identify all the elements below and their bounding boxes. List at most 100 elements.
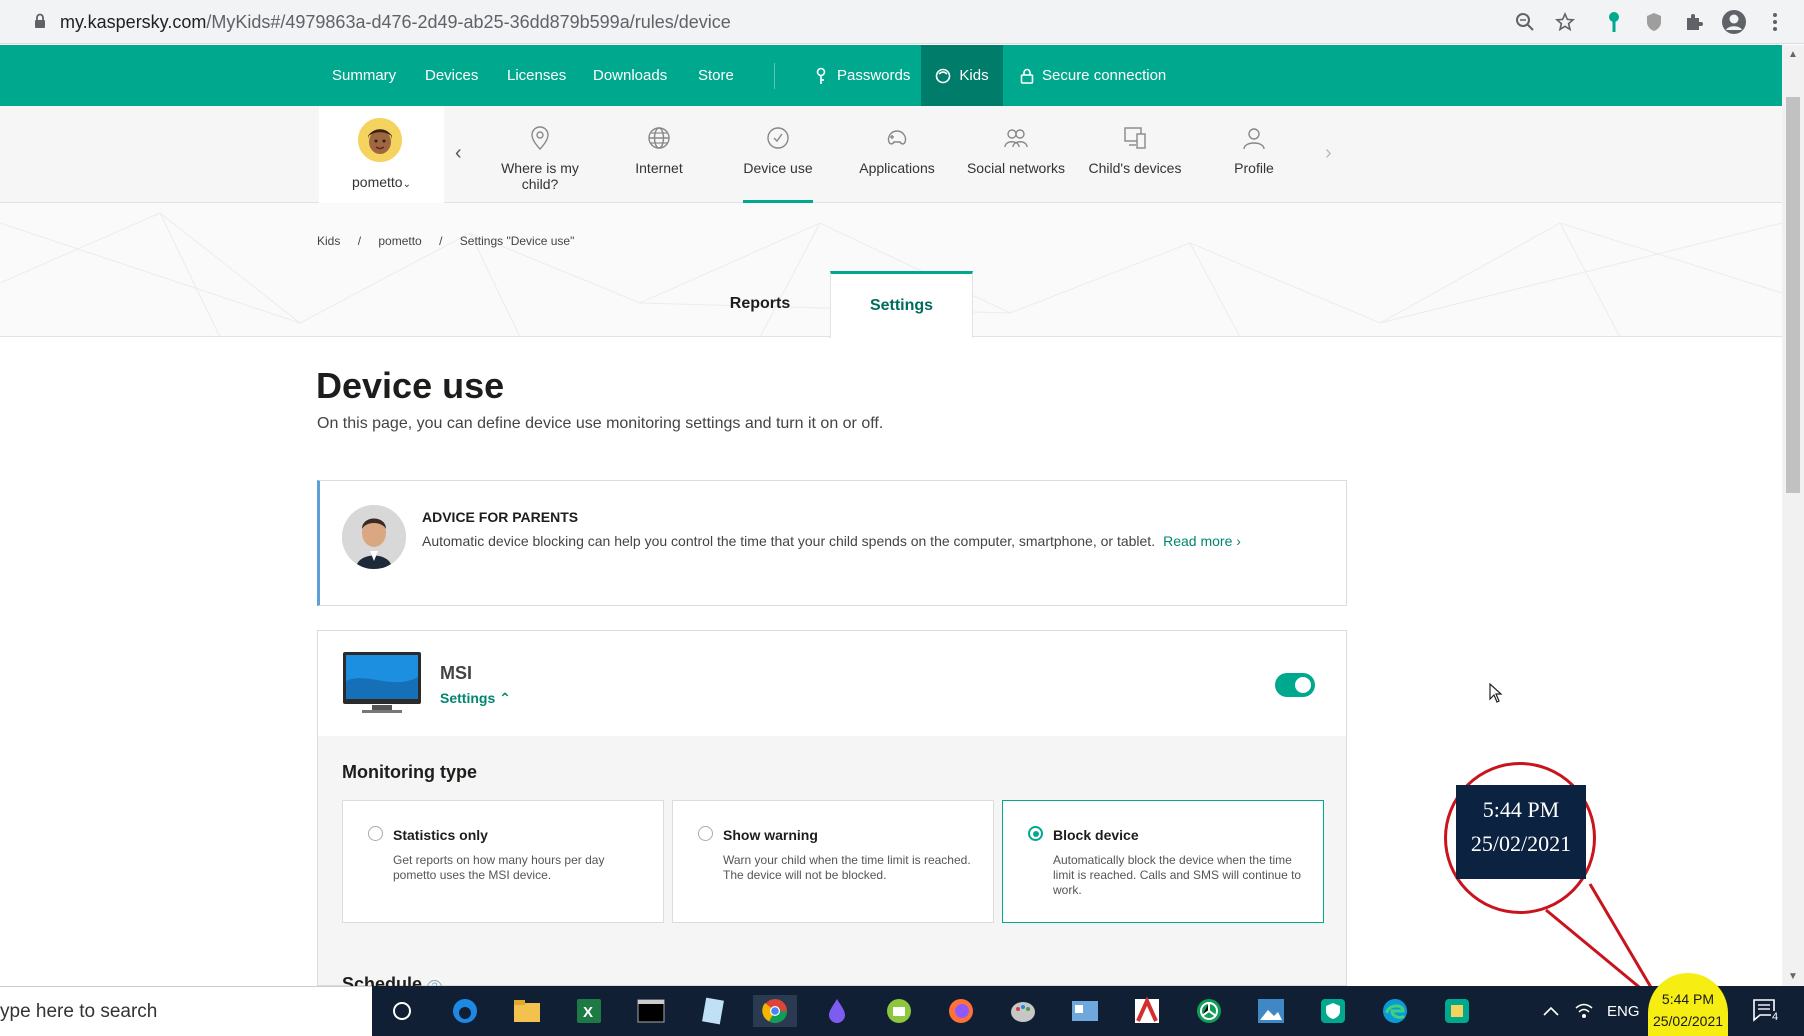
device-name: MSI bbox=[440, 663, 473, 683]
nav-downloads[interactable]: Downloads bbox=[593, 45, 667, 106]
tab-reports[interactable]: Reports bbox=[684, 271, 836, 337]
excel-icon[interactable]: X bbox=[573, 995, 605, 1027]
option-description: Get reports on how many hours per day po… bbox=[393, 853, 605, 882]
outlook-card-icon[interactable] bbox=[1069, 995, 1101, 1027]
kids-subnavigation: pometto⌄ ‹ Where is my child? Internet D… bbox=[0, 106, 1782, 203]
nav-kids[interactable]: Kids bbox=[921, 45, 1003, 106]
nav-summary[interactable]: Summary bbox=[332, 45, 396, 106]
tab-profile[interactable]: Profile bbox=[1219, 106, 1289, 203]
file-explorer-icon[interactable] bbox=[511, 995, 543, 1027]
magnified-clock: 5:44 PM 25/02/2021 bbox=[1456, 785, 1586, 879]
chrome-icon[interactable] bbox=[753, 995, 797, 1027]
advice-panel: ADVICE FOR PARENTS Automatic device bloc… bbox=[317, 480, 1347, 606]
option-block-device[interactable]: Block device Automatically block the dev… bbox=[1002, 800, 1324, 923]
url-host: my.kaspersky.com bbox=[60, 12, 207, 32]
tab-internet[interactable]: Internet bbox=[619, 106, 699, 203]
page-scrollbar[interactable]: ▲ ▼ bbox=[1782, 45, 1804, 986]
tab-label: Applications bbox=[859, 160, 935, 176]
language-indicator[interactable]: ENG bbox=[1607, 986, 1640, 1036]
tab-childs-devices[interactable]: Child's devices bbox=[1085, 106, 1185, 203]
cortana-icon[interactable] bbox=[386, 995, 418, 1027]
breadcrumb-separator: / bbox=[439, 234, 443, 248]
edge-legacy-icon[interactable] bbox=[449, 995, 481, 1027]
tab-where-is-my-child[interactable]: Where is my child? bbox=[490, 106, 590, 203]
network-icon[interactable] bbox=[1574, 986, 1594, 1036]
scroll-up-arrow[interactable]: ▲ bbox=[1788, 49, 1798, 60]
action-center-icon[interactable]: 4 bbox=[1752, 998, 1780, 1024]
windows-taskbar: ype here to search X ENG bbox=[0, 986, 1804, 1036]
nav-secure-connection[interactable]: Secure connection bbox=[1020, 45, 1166, 106]
notification-count: 4 bbox=[1771, 1011, 1780, 1023]
breadcrumb-child[interactable]: pometto bbox=[378, 234, 421, 248]
devices-icon bbox=[1124, 127, 1146, 149]
main-navigation: Summary Devices Licenses Downloads Store… bbox=[0, 45, 1782, 106]
radio-statistics-only[interactable] bbox=[368, 826, 383, 841]
nav-store[interactable]: Store bbox=[698, 45, 734, 106]
tab-label: Device use bbox=[743, 160, 813, 176]
scroll-right-arrow[interactable]: › bbox=[1325, 142, 1332, 165]
option-statistics-only[interactable]: Statistics only Get reports on how many … bbox=[342, 800, 664, 923]
bookmark-star-icon[interactable] bbox=[1552, 9, 1578, 35]
kaspersky-safe-kids-icon[interactable] bbox=[1441, 995, 1473, 1027]
nav-passwords[interactable]: Passwords bbox=[815, 45, 910, 106]
monitoring-type-heading: Monitoring type bbox=[342, 762, 477, 782]
edge-icon[interactable] bbox=[1379, 995, 1411, 1027]
switch-knob bbox=[1295, 677, 1311, 693]
paint-palette-icon[interactable] bbox=[1007, 995, 1039, 1027]
child-name-text: pometto bbox=[352, 174, 403, 190]
child-name: pometto⌄ bbox=[319, 174, 444, 190]
scrollbar-thumb[interactable] bbox=[1786, 97, 1800, 493]
show-hidden-icons[interactable] bbox=[1543, 986, 1559, 1036]
notepad-icon[interactable] bbox=[697, 995, 729, 1027]
mercedes-app-icon[interactable] bbox=[1193, 995, 1225, 1027]
nav-passwords-label: Passwords bbox=[837, 67, 911, 84]
person-icon bbox=[1243, 128, 1265, 150]
magnified-date: 25/02/2021 bbox=[1470, 831, 1572, 856]
browser-menu-icon[interactable] bbox=[1762, 9, 1788, 35]
breadcrumb-current: Settings "Device use" bbox=[459, 234, 575, 248]
tab-applications[interactable]: Applications bbox=[852, 106, 942, 203]
tab-device-use[interactable]: Device use bbox=[743, 106, 813, 203]
svg-text:X: X bbox=[583, 1004, 593, 1021]
option-show-warning[interactable]: Show warning Warn your child when the ti… bbox=[672, 800, 994, 923]
profile-account-icon[interactable] bbox=[1721, 9, 1747, 35]
tab-label: Profile bbox=[1234, 160, 1274, 176]
scroll-left-arrow[interactable]: ‹ bbox=[455, 142, 462, 165]
kaspersky-password-extension-icon[interactable] bbox=[1601, 9, 1627, 35]
kaspersky-vpn-icon[interactable] bbox=[1317, 995, 1349, 1027]
url-field[interactable]: my.kaspersky.com/MyKids#/4979863a-d476-2… bbox=[60, 12, 731, 33]
firefox-icon[interactable] bbox=[945, 995, 977, 1027]
radio-show-warning[interactable] bbox=[698, 826, 713, 841]
read-more-link[interactable]: Read more › bbox=[1163, 533, 1241, 549]
nav-devices[interactable]: Devices bbox=[425, 45, 478, 106]
nav-licenses[interactable]: Licenses bbox=[507, 45, 566, 106]
device-monitoring-switch[interactable] bbox=[1275, 673, 1315, 697]
people-icon bbox=[1004, 129, 1028, 148]
gamepad-icon bbox=[887, 130, 907, 145]
clock-icon bbox=[767, 127, 789, 149]
taskbar-time: 5:44 PM bbox=[1661, 991, 1715, 1007]
taskbar-clock[interactable]: 5:44 PM 25/02/2021 bbox=[1648, 988, 1728, 1032]
search-placeholder: ype here to search bbox=[0, 1001, 158, 1022]
zoom-icon[interactable] bbox=[1512, 9, 1538, 35]
scroll-down-arrow[interactable]: ▼ bbox=[1788, 971, 1798, 982]
tab-social-networks[interactable]: Social networks bbox=[962, 106, 1070, 203]
photos-icon[interactable] bbox=[1255, 995, 1287, 1027]
taskbar-search-box[interactable]: ype here to search bbox=[0, 986, 372, 1036]
child-avatar bbox=[358, 118, 402, 162]
paint-drop-icon[interactable] bbox=[821, 995, 853, 1027]
option-label: Statistics only bbox=[393, 827, 488, 843]
extensions-puzzle-icon[interactable] bbox=[1681, 9, 1707, 35]
child-profile-selector[interactable]: pometto⌄ bbox=[319, 106, 444, 203]
breadcrumb-kids[interactable]: Kids bbox=[317, 234, 340, 248]
radio-block-device[interactable] bbox=[1028, 826, 1043, 841]
option-label: Show warning bbox=[723, 827, 818, 843]
acrobat-icon[interactable] bbox=[1131, 995, 1163, 1027]
shield-extension-icon[interactable] bbox=[1641, 9, 1667, 35]
terminal-icon[interactable] bbox=[635, 995, 667, 1027]
option-description: Warn your child when the time limit is r… bbox=[723, 853, 971, 882]
url-path: /MyKids#/4979863a-d476-2d49-ab25-36dd879… bbox=[206, 12, 731, 32]
tab-settings[interactable]: Settings bbox=[830, 271, 973, 338]
device-settings-toggle[interactable]: Settings ⌃ bbox=[440, 690, 511, 707]
backup-app-icon[interactable] bbox=[883, 995, 915, 1027]
